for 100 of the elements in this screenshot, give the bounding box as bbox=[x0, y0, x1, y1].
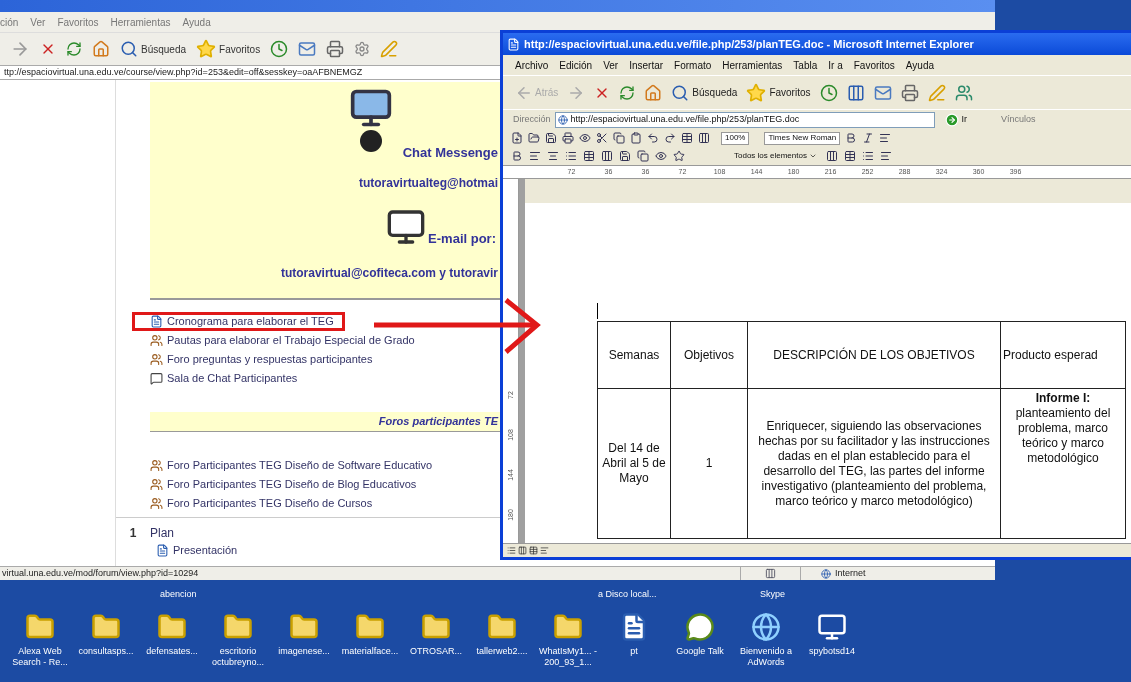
toolbar-icon[interactable] bbox=[601, 150, 613, 162]
toolbar-icon[interactable] bbox=[511, 132, 523, 144]
icon-label: Alexa Web Search - Re... bbox=[11, 646, 69, 668]
go-button[interactable]: Ir bbox=[944, 112, 967, 127]
section-banner: Foros participantes TE bbox=[150, 412, 500, 432]
icon-label: defensates... bbox=[145, 646, 199, 657]
menu-item[interactable]: Insertar bbox=[629, 57, 664, 73]
icon-label: escritorio octubreyno... bbox=[211, 646, 265, 668]
zoom-dropdown[interactable]: 100% bbox=[721, 131, 750, 145]
speech-bubble-icon[interactable] bbox=[685, 612, 715, 642]
toolbar-icon[interactable] bbox=[579, 132, 591, 144]
favorites-button[interactable]: Favoritos bbox=[196, 39, 261, 59]
columns-icon[interactable] bbox=[846, 83, 865, 102]
address-field[interactable]: ttp://espaciovirtual.una.edu.ve/course/view.php?id=253&edit=off&sesskey=oaAFBNEMGZ bbox=[0, 66, 497, 79]
globe-icon[interactable] bbox=[751, 612, 781, 642]
style-dropdown[interactable]: Todos los elementos bbox=[731, 149, 820, 163]
table-cell: Informe I: planteamiento del problema, marco teórico y marco metodológico bbox=[1000, 388, 1126, 539]
table-header: DESCRIPCIÓN DE LOS OBJETIVOS bbox=[747, 321, 1001, 389]
table-cell: Enriquecer, siguiendo las observaciones hechas por su facilitador y las instrucciones dadas en el plan establecido para el desarrollo del TEG, las partes del informe investigativo (planteamiento del problema, marco teórico y marco metodológico) bbox=[747, 388, 1001, 539]
search-button[interactable]: Búsqueda bbox=[120, 40, 187, 58]
menu-item[interactable]: Tabla bbox=[793, 57, 818, 73]
view-icon[interactable] bbox=[518, 546, 527, 555]
home-icon[interactable] bbox=[92, 40, 110, 58]
refresh-icon[interactable] bbox=[619, 84, 636, 101]
menu-item[interactable]: Ver bbox=[30, 14, 46, 30]
font-dropdown[interactable]: Times New Roman bbox=[764, 131, 841, 145]
resource-link[interactable]: Presentación bbox=[156, 543, 238, 557]
menu-item[interactable]: Favoritos bbox=[57, 14, 99, 30]
people-icon[interactable] bbox=[954, 83, 973, 102]
mail-icon[interactable] bbox=[873, 83, 892, 102]
toolbar-icon[interactable] bbox=[528, 132, 540, 144]
printer-icon[interactable] bbox=[326, 40, 345, 58]
icon-label: consultasps... bbox=[77, 646, 135, 657]
toolbar-icon[interactable] bbox=[681, 132, 693, 144]
toolbar-icon[interactable] bbox=[673, 150, 685, 162]
resource-link[interactable]: Cronograma para elaborar el TEG bbox=[132, 312, 345, 331]
address-field[interactable]: http://espaciovirtual.una.edu.ve/file.php/253/planTEG.doc bbox=[554, 111, 935, 128]
toolbar-icon[interactable] bbox=[879, 150, 892, 162]
history-icon[interactable] bbox=[819, 83, 838, 102]
view-icon[interactable] bbox=[540, 546, 549, 555]
toolbar-icon[interactable] bbox=[698, 132, 710, 144]
toolbar-icon[interactable] bbox=[529, 150, 541, 162]
icon-label: abencion bbox=[160, 588, 197, 601]
menu-item[interactable]: Favoritos bbox=[853, 57, 895, 73]
toolbar-icon[interactable] bbox=[630, 132, 642, 144]
toolbar-icon[interactable] bbox=[655, 150, 667, 162]
home-icon[interactable] bbox=[644, 83, 663, 102]
toolbar-icon[interactable] bbox=[664, 132, 676, 144]
toolbar-icon[interactable] bbox=[565, 150, 577, 162]
toolbar-icon[interactable] bbox=[619, 150, 631, 162]
resource-link[interactable]: Sala de Chat Participantes bbox=[132, 369, 309, 388]
menu-item[interactable]: Ayuda bbox=[182, 14, 211, 30]
forum-link[interactable]: Foro Participantes TEG Diseño de Software Educativo bbox=[150, 456, 433, 475]
toolbar-icon[interactable] bbox=[861, 150, 874, 162]
toolbar-icon[interactable] bbox=[637, 150, 649, 162]
toolbar-icon[interactable] bbox=[583, 150, 595, 162]
people-icon bbox=[150, 334, 163, 347]
toolbar-icon[interactable] bbox=[843, 150, 856, 162]
menu-item[interactable]: Ayuda bbox=[905, 57, 935, 73]
people-icon bbox=[150, 478, 163, 491]
mail-icon[interactable] bbox=[298, 40, 317, 58]
printer-icon[interactable] bbox=[900, 83, 919, 102]
icon-label: imagenese... bbox=[277, 646, 331, 657]
toolbar-icon[interactable] bbox=[647, 132, 659, 144]
menu-item[interactable]: Herramientas bbox=[722, 57, 783, 73]
forum-link[interactable]: Foro Participantes TEG Diseño de Cursos bbox=[150, 494, 373, 513]
toolbar-icon[interactable] bbox=[596, 132, 608, 144]
table-header: Objetivos bbox=[670, 321, 748, 389]
toolbar-icon[interactable] bbox=[613, 132, 625, 144]
icon-label: Skype bbox=[760, 588, 785, 601]
view-icon[interactable] bbox=[529, 546, 538, 555]
resource-link[interactable]: Pautas para elaborar el Trabajo Especial de Grado bbox=[132, 331, 426, 350]
menu-item[interactable]: Herramientas bbox=[110, 14, 171, 30]
menu-item[interactable]: ción bbox=[0, 14, 19, 30]
toolbar-icon[interactable] bbox=[545, 132, 557, 144]
menu-item[interactable]: Ir a bbox=[828, 57, 843, 73]
monitor-icon[interactable] bbox=[817, 612, 847, 642]
favorites-button[interactable]: Favoritos bbox=[746, 82, 811, 103]
links-label[interactable]: Vínculos bbox=[1001, 112, 1036, 127]
search-button[interactable]: Búsqueda bbox=[671, 83, 738, 102]
menu-item[interactable]: Edición bbox=[559, 57, 593, 73]
search-icon bbox=[120, 40, 138, 58]
toolbar-icon[interactable] bbox=[845, 132, 858, 144]
resource-link[interactable]: Foro preguntas y respuestas participantes bbox=[132, 350, 384, 369]
refresh-icon[interactable] bbox=[66, 41, 82, 57]
toolbar-icon[interactable] bbox=[825, 150, 838, 162]
address-label: Dirección bbox=[513, 112, 551, 126]
toolbar-icon[interactable] bbox=[879, 132, 892, 144]
menu-item[interactable]: Formato bbox=[674, 57, 712, 73]
toolbar-icon[interactable] bbox=[511, 150, 523, 162]
menu-item[interactable]: Ver bbox=[603, 57, 619, 73]
toolbar-icon[interactable] bbox=[562, 132, 574, 144]
section-title: Plan bbox=[150, 524, 175, 542]
settings-icon[interactable] bbox=[354, 41, 371, 57]
forum-link[interactable]: Foro Participantes TEG Diseño de Blog Educativos bbox=[150, 475, 417, 494]
view-icon[interactable] bbox=[507, 546, 516, 555]
menu-item[interactable]: Archivo bbox=[515, 57, 549, 73]
history-icon[interactable] bbox=[270, 40, 289, 58]
toolbar-icon[interactable] bbox=[547, 150, 559, 162]
toolbar-icon[interactable] bbox=[862, 132, 875, 144]
